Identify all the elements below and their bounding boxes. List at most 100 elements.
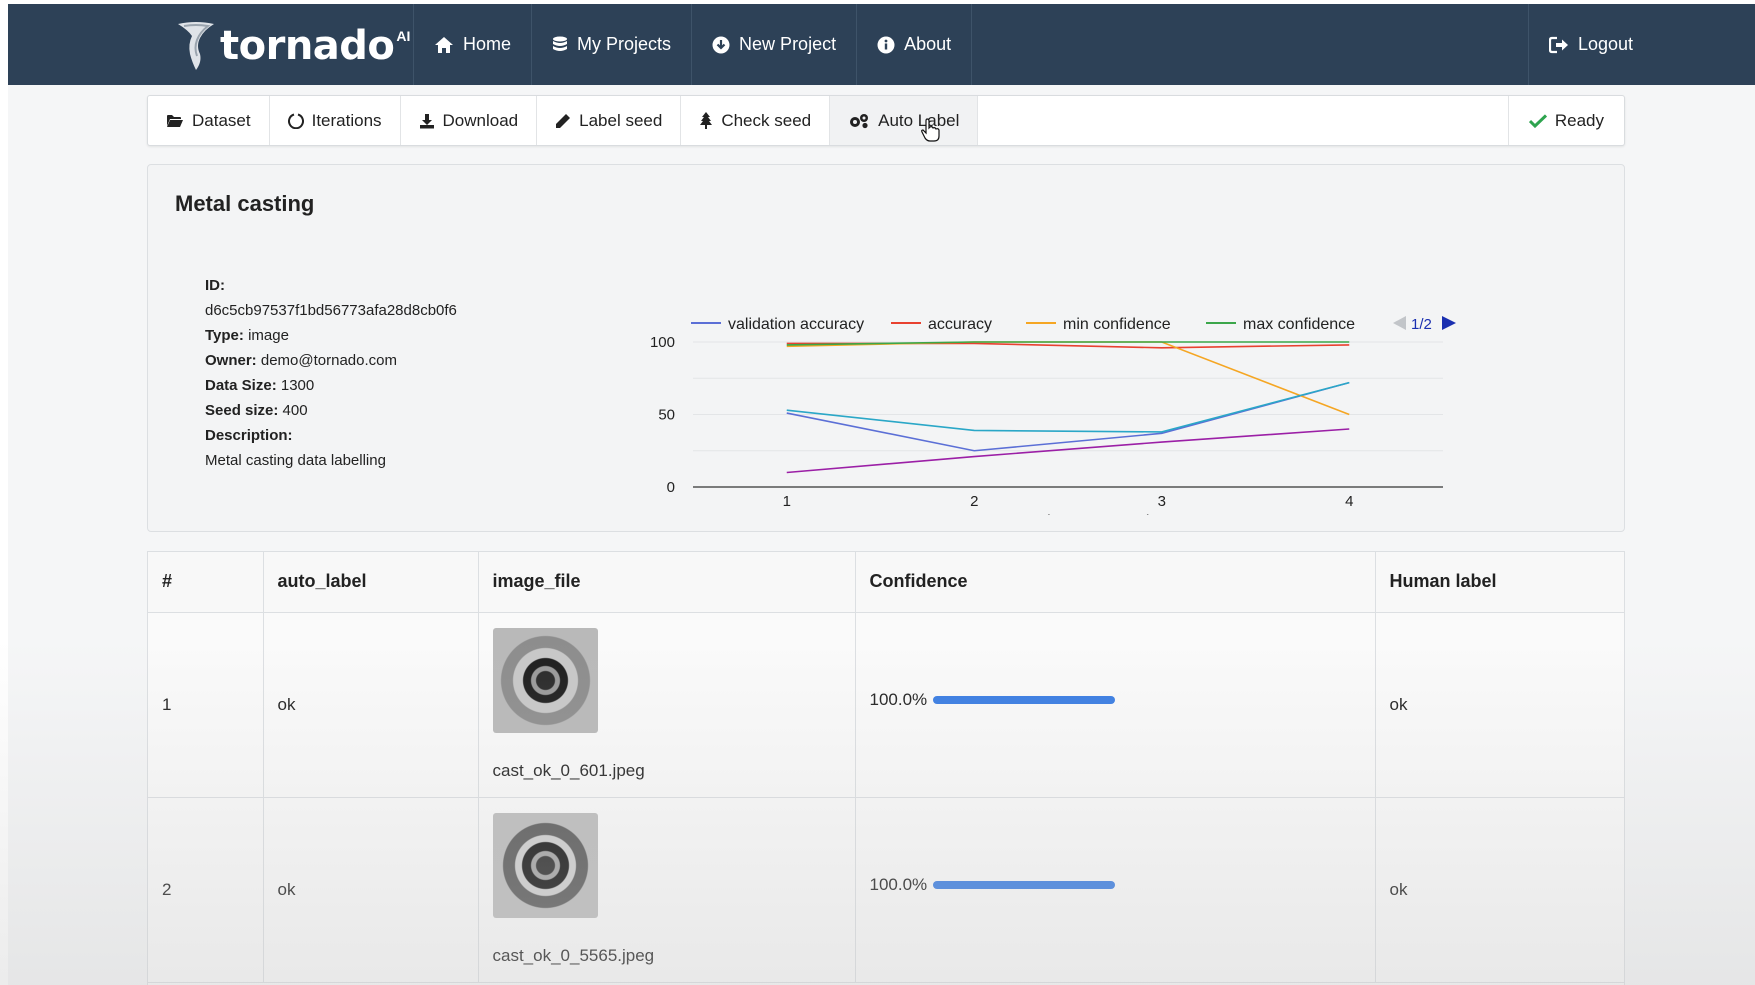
frame-left: [0, 0, 8, 985]
x-tick-label: 2: [970, 493, 978, 510]
database-icon: [553, 36, 568, 51]
x-tick-label: 3: [1158, 493, 1166, 510]
y-tick-label: 50: [658, 407, 675, 424]
logout-label: Logout: [1578, 34, 1634, 54]
nav-menu: Home My Projects New Project About: [413, 4, 973, 85]
sign-out-icon: [1549, 36, 1568, 53]
row-image-file: cast_ok_0_5565.jpeg: [492, 946, 655, 965]
row-num: 2: [148, 797, 264, 983]
tornado-icon: [178, 22, 214, 70]
top-navbar: tornado AI Home My Projects New Project …: [8, 4, 1755, 85]
type-label: Type:: [205, 327, 244, 344]
tool-iterations-label: Iterations: [311, 110, 382, 130]
folder-open-icon: [167, 114, 183, 127]
y-tick-label: 0: [667, 479, 675, 496]
x-tick-label: 1: [783, 493, 791, 510]
project-owner: demo@tornado.com: [260, 352, 397, 369]
col-header-confidence[interactable]: Confidence: [855, 552, 1376, 613]
project-title: Metal casting: [175, 191, 315, 216]
project-description: Metal casting data labelling: [205, 452, 386, 469]
project-id: d6c5cb97537f1bd56773afa28d8cb0f6: [205, 302, 457, 319]
tool-label-seed[interactable]: Label seed: [537, 96, 682, 145]
logout-button[interactable]: Logout: [1528, 4, 1755, 85]
confidence-bar-track: [933, 695, 1116, 704]
tool-check-seed[interactable]: Check seed: [681, 96, 831, 145]
x-tick-label: 4: [1345, 493, 1353, 510]
row-human-label[interactable]: ok: [1375, 612, 1624, 798]
pencil-icon: [556, 113, 571, 128]
legend-pager: 1/2: [1411, 316, 1432, 333]
col-header-auto-label[interactable]: auto_label: [263, 552, 479, 613]
tool-download[interactable]: Download: [401, 96, 538, 145]
y-tick-label: 100: [650, 334, 675, 351]
status-ready: Ready: [1507, 96, 1624, 145]
row-auto-label: ok: [263, 612, 479, 798]
series-line: [786, 381, 1350, 433]
tool-label-seed-label: Label seed: [579, 110, 663, 130]
owner-label: Owner:: [205, 352, 257, 369]
nav-new-project-label: New Project: [739, 34, 837, 54]
row-image-file: cast_ok_0_601.jpeg: [492, 761, 645, 780]
legend-label[interactable]: validation accuracy: [728, 316, 864, 333]
project-meta: ID: d6c5cb97537f1bd56773afa28d8cb0f6 Typ…: [205, 273, 457, 473]
circle-notch-icon: [287, 113, 304, 129]
tool-dataset[interactable]: Dataset: [148, 96, 270, 145]
series-line: [786, 381, 1350, 452]
col-header-image-file[interactable]: image_file: [478, 552, 856, 613]
casting-thumbnail[interactable]: [492, 628, 598, 733]
tool-dataset-label: Dataset: [192, 110, 251, 130]
nav-home-label: Home: [463, 34, 512, 54]
auto-label-table: # auto_label image_file Confidence Human…: [147, 551, 1625, 985]
row-image-cell: cast_ok_0_5565.jpeg: [478, 797, 856, 983]
tool-auto-label-label: Auto Label: [878, 110, 960, 130]
seed-size-label: Seed size:: [205, 402, 279, 419]
legend-label[interactable]: max confidence: [1243, 316, 1355, 333]
tool-check-seed-label: Check seed: [721, 110, 812, 130]
status-ready-label: Ready: [1554, 110, 1604, 130]
brand-logo[interactable]: tornado AI: [174, 18, 410, 74]
row-confidence-text: 100.0%: [869, 874, 928, 894]
nav-home[interactable]: Home: [413, 4, 531, 85]
confidence-bar: [933, 880, 1116, 889]
table-row[interactable]: 1 ok cast_ok_0_601.jpeg 100.0% ok: [148, 612, 1624, 798]
data-size-label: Data Size:: [205, 377, 277, 394]
id-label: ID:: [205, 277, 225, 294]
download-icon: [419, 113, 434, 128]
brand-suffix: AI: [396, 28, 411, 44]
project-data-size: 1300: [280, 377, 315, 394]
legend-label[interactable]: accuracy: [928, 316, 992, 333]
legend-prev-icon[interactable]: [1393, 316, 1406, 330]
project-toolbar: Dataset Iterations Download Label seed C…: [147, 95, 1625, 146]
nav-my-projects-label: My Projects: [577, 34, 672, 54]
row-num: 1: [148, 612, 264, 798]
nav-about-label: About: [904, 34, 952, 54]
gears-icon: [850, 113, 869, 128]
table-header-row: # auto_label image_file Confidence Human…: [148, 552, 1624, 613]
project-seed-size: 400: [282, 402, 308, 419]
plus-circle-icon: [712, 36, 730, 53]
nav-about[interactable]: About: [856, 4, 973, 85]
project-type: image: [248, 327, 289, 344]
confidence-bar-track: [933, 880, 1116, 889]
info-icon: [877, 36, 895, 53]
tool-auto-label[interactable]: Auto Label: [830, 96, 979, 145]
confidence-bar: [933, 695, 1116, 704]
x-axis-label: Human In The Loop Iterations: [962, 513, 1174, 515]
row-confidence-cell: 100.0%: [855, 612, 1376, 798]
col-header-num[interactable]: #: [148, 552, 264, 613]
legend-next-icon[interactable]: [1442, 316, 1456, 330]
description-label: Description:: [205, 427, 293, 444]
casting-thumbnail[interactable]: [492, 813, 598, 918]
row-human-label[interactable]: ok: [1375, 797, 1624, 983]
row-confidence-cell: 100.0%: [855, 797, 1376, 983]
hand-pointer-icon: [921, 118, 940, 142]
col-header-human-label[interactable]: Human label: [1375, 552, 1624, 613]
legend-label[interactable]: min confidence: [1063, 316, 1171, 333]
iterations-line-chart: 0 50 100 1 2 3 4 Human In The Loop Iterations va…: [650, 316, 1456, 515]
tool-download-label: Download: [442, 110, 519, 130]
tool-iterations[interactable]: Iterations: [270, 96, 401, 145]
nav-my-projects[interactable]: My Projects: [531, 4, 691, 85]
table-row[interactable]: 2 ok cast_ok_0_5565.jpeg 100.0% ok: [148, 797, 1624, 983]
home-icon: [435, 36, 453, 53]
nav-new-project[interactable]: New Project: [691, 4, 856, 85]
